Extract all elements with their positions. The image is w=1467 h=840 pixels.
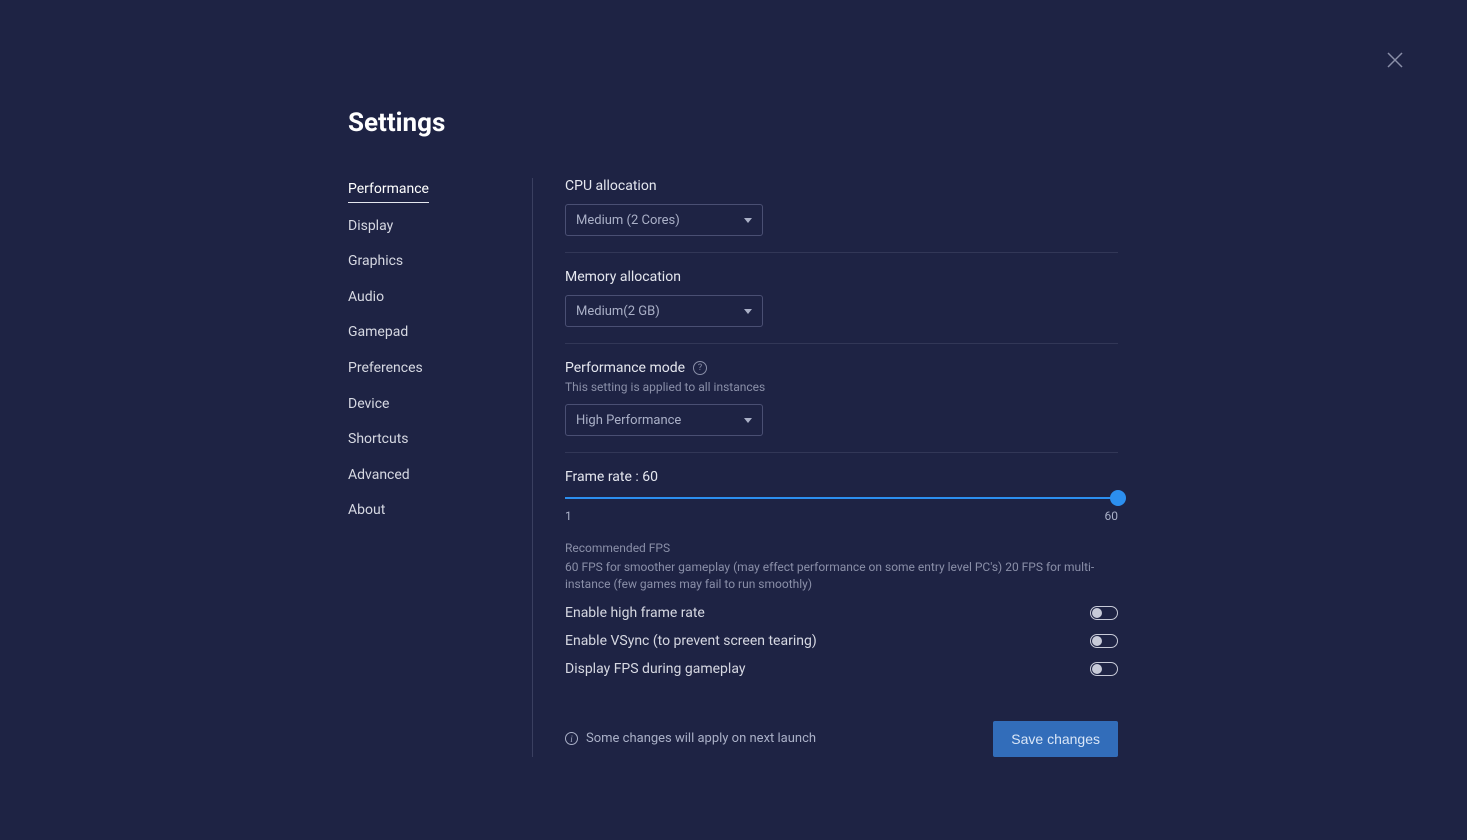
enable-vsync-toggle[interactable] (1090, 634, 1118, 648)
help-icon[interactable]: ? (693, 361, 707, 375)
page-title: Settings (348, 108, 1118, 138)
recommended-fps-title: Recommended FPS (565, 541, 1118, 555)
performance-mode-label: Performance mode ? (565, 360, 1118, 376)
chevron-down-icon (744, 218, 752, 223)
performance-mode-dropdown[interactable]: High Performance (565, 404, 763, 436)
chevron-down-icon (744, 418, 752, 423)
performance-mode-label-text: Performance mode (565, 360, 685, 376)
memory-allocation-label: Memory allocation (565, 269, 1118, 285)
enable-high-frame-rate-label: Enable high frame rate (565, 605, 705, 621)
enable-high-frame-rate-toggle[interactable] (1090, 606, 1118, 620)
memory-allocation-value: Medium(2 GB) (576, 304, 660, 319)
cpu-allocation-dropdown[interactable]: Medium (2 Cores) (565, 204, 763, 236)
sidebar-item-gamepad[interactable]: Gamepad (348, 321, 512, 345)
save-changes-button[interactable]: Save changes (993, 721, 1118, 757)
sidebar-item-advanced[interactable]: Advanced (348, 464, 512, 488)
frame-rate-slider[interactable] (565, 497, 1118, 499)
frame-rate-label: Frame rate : 60 (565, 469, 1118, 485)
sidebar-item-preferences[interactable]: Preferences (348, 357, 512, 381)
cpu-allocation-value: Medium (2 Cores) (576, 213, 680, 228)
sidebar-item-about[interactable]: About (348, 499, 512, 523)
info-icon: i (565, 732, 578, 745)
recommended-fps-body: 60 FPS for smoother gameplay (may effect… (565, 559, 1118, 593)
close-icon[interactable] (1385, 50, 1405, 70)
settings-sidebar: Performance Display Graphics Audio Gamep… (348, 178, 533, 757)
frame-rate-min: 1 (565, 509, 572, 523)
performance-mode-value: High Performance (576, 413, 681, 428)
sidebar-item-graphics[interactable]: Graphics (348, 250, 512, 274)
launch-notice-text: Some changes will apply on next launch (586, 731, 816, 746)
display-fps-toggle[interactable] (1090, 662, 1118, 676)
sidebar-item-performance[interactable]: Performance (348, 178, 429, 203)
sidebar-item-audio[interactable]: Audio (348, 286, 512, 310)
enable-vsync-label: Enable VSync (to prevent screen tearing) (565, 633, 817, 649)
frame-rate-max: 60 (1105, 509, 1119, 523)
launch-notice: i Some changes will apply on next launch (565, 731, 816, 746)
cpu-allocation-label: CPU allocation (565, 178, 1118, 194)
sidebar-item-display[interactable]: Display (348, 215, 512, 239)
frame-rate-slider-thumb[interactable] (1110, 490, 1126, 506)
performance-mode-subtext: This setting is applied to all instances (565, 380, 1118, 394)
display-fps-label: Display FPS during gameplay (565, 661, 745, 677)
chevron-down-icon (744, 309, 752, 314)
memory-allocation-dropdown[interactable]: Medium(2 GB) (565, 295, 763, 327)
sidebar-item-shortcuts[interactable]: Shortcuts (348, 428, 512, 452)
sidebar-item-device[interactable]: Device (348, 393, 512, 417)
